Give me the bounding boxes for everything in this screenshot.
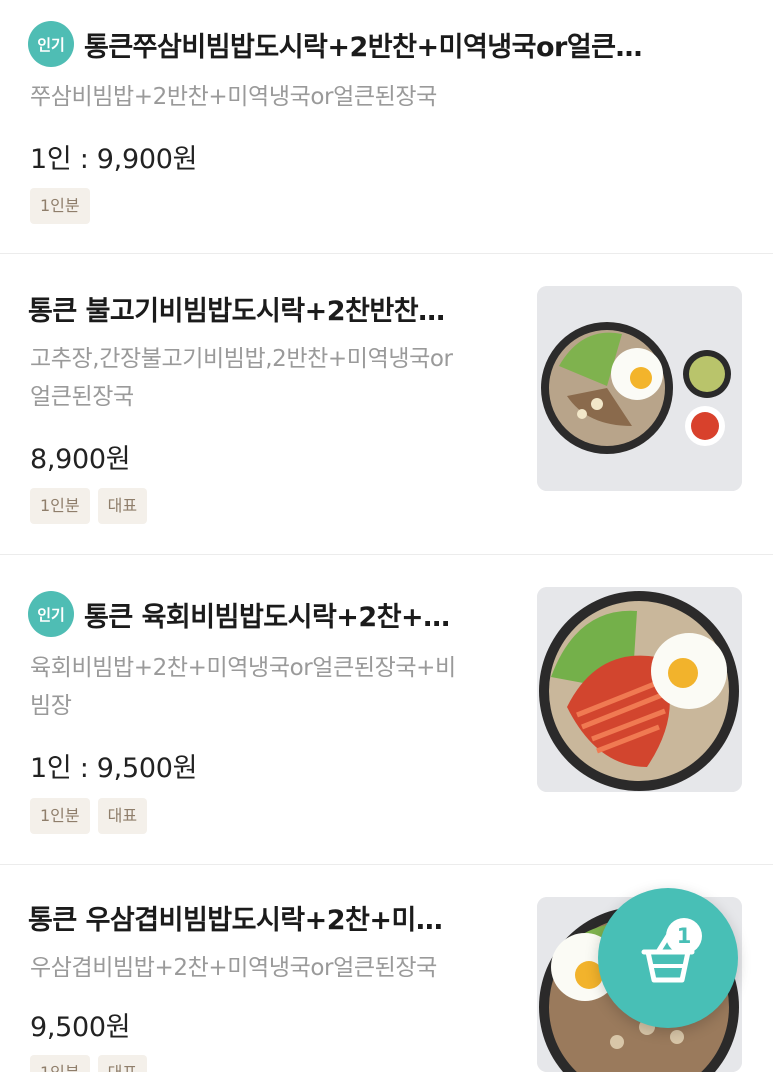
item-title: 통큰 불고기비빔밥도시락+2찬반찬… (28, 296, 445, 327)
yukhoe-bibimbap-photo[interactable] (537, 587, 742, 792)
tag-row: 1인분 대표 (30, 798, 148, 834)
menu-list: 인기 통큰쭈삼비빔밥도시락+2반찬+미역냉국or얼큰… 쭈삼비빔밥+2반찬+미역… (0, 0, 773, 1072)
item-description-line: 얼큰된장국 (30, 384, 134, 410)
item-description: 고추장,간장불고기비빔밥,2반찬+미역냉국or 얼큰된장국 (30, 340, 453, 416)
menu-item[interactable]: 인기 통큰쭈삼비빔밥도시락+2반찬+미역냉국or얼큰… 쭈삼비빔밥+2반찬+미역… (0, 0, 773, 254)
tag-serving: 1인분 (30, 1055, 90, 1072)
bulgogi-bibimbap-photo[interactable] (537, 286, 742, 491)
item-title-row: 인기 통큰쭈삼비빔밥도시락+2반찬+미역냉국or얼큰… (28, 21, 642, 67)
item-price: 1인 : 9,500원 (30, 753, 198, 784)
tag-serving: 1인분 (30, 188, 90, 224)
menu-item[interactable]: 통큰 불고기비빔밥도시락+2찬반찬… 고추장,간장불고기비빔밥,2반찬+미역냉국… (0, 254, 773, 555)
item-price: 9,500원 (30, 1012, 131, 1043)
item-description-line: 고추장,간장불고기비빔밥,2반찬+미역냉국or (30, 346, 453, 372)
menu-item[interactable]: 인기 통큰 육회비빔밥도시락+2찬+… 육회비빔밥+2찬+미역냉국or얼큰된장국… (0, 555, 773, 865)
tag-serving: 1인분 (30, 798, 90, 834)
tag-serving: 1인분 (30, 488, 90, 524)
tag-row: 1인분 대표 (30, 488, 148, 524)
cart-button[interactable]: 1 (598, 888, 738, 1028)
item-description: 우삼겹비빔밥+2찬+미역냉국or얼큰된장국 (30, 955, 437, 981)
item-title: 통큰 육회비빔밥도시락+2찬+… (84, 601, 450, 633)
item-description: 육회비빔밥+2찬+미역냉국or얼큰된장국+비 빔장 (30, 649, 456, 725)
item-title: 통큰 우삼겹비빔밥도시락+2찬+미… (28, 905, 443, 936)
tag-signature: 대표 (97, 798, 148, 834)
item-title: 통큰쭈삼비빔밥도시락+2반찬+미역냉국or얼큰… (84, 31, 643, 63)
popular-badge: 인기 (28, 591, 74, 637)
tag-signature: 대표 (97, 488, 148, 524)
item-title-row: 통큰 불고기비빔밥도시락+2찬반찬… (28, 289, 445, 328)
tag-row: 1인분 (30, 188, 90, 224)
item-price: 8,900원 (30, 444, 131, 475)
popular-badge: 인기 (28, 21, 74, 67)
item-title-row: 인기 통큰 육회비빔밥도시락+2찬+… (28, 591, 450, 637)
item-description: 쭈삼비빔밥+2반찬+미역냉국or얼큰된장국 (30, 84, 437, 110)
item-price: 1인 : 9,900원 (30, 144, 198, 175)
cart-count-badge: 1 (666, 918, 702, 954)
item-description-line: 빔장 (30, 693, 72, 719)
item-description-line: 육회비빔밥+2찬+미역냉국or얼큰된장국+비 (30, 655, 456, 681)
tag-signature: 대표 (97, 1055, 148, 1072)
item-title-row: 통큰 우삼겹비빔밥도시락+2찬+미… (28, 898, 442, 937)
tag-row: 1인분 대표 (30, 1055, 148, 1072)
